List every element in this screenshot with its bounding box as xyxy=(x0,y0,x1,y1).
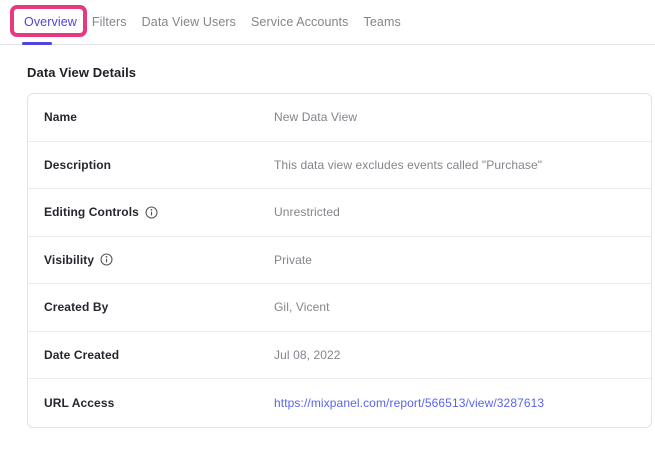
detail-row: Name New Data View xyxy=(28,94,651,142)
detail-label-group: URL Access xyxy=(44,396,274,410)
detail-label: URL Access xyxy=(44,396,114,410)
detail-value: This data view excludes events called "P… xyxy=(274,158,542,172)
detail-value: Gil, Vicent xyxy=(274,300,330,314)
detail-label: Description xyxy=(44,158,111,172)
tab-overview-wrap: Overview xyxy=(24,15,77,29)
detail-value: New Data View xyxy=(274,110,357,124)
info-circle-icon[interactable] xyxy=(100,253,113,266)
detail-label-group: Created By xyxy=(44,300,274,314)
detail-value: Jul 08, 2022 xyxy=(274,348,341,362)
detail-label: Name xyxy=(44,110,77,124)
detail-row: Created By Gil, Vicent xyxy=(28,284,651,332)
details-card: Name New Data View Description This data… xyxy=(27,93,652,428)
active-tab-indicator xyxy=(22,42,52,45)
detail-value: Private xyxy=(274,253,312,267)
tab-overview[interactable]: Overview xyxy=(24,15,77,29)
data-view-settings-page: Overview Filters Data View Users Service… xyxy=(0,0,655,428)
tab-teams[interactable]: Teams xyxy=(363,15,400,29)
tab-service-accounts[interactable]: Service Accounts xyxy=(251,15,348,29)
tab-filters[interactable]: Filters xyxy=(92,15,127,29)
detail-row: Date Created Jul 08, 2022 xyxy=(28,332,651,380)
detail-label-group: Name xyxy=(44,110,274,124)
detail-label-group: Date Created xyxy=(44,348,274,362)
detail-label-group: Editing Controls xyxy=(44,205,274,219)
detail-value: Unrestricted xyxy=(274,205,340,219)
detail-label: Created By xyxy=(44,300,108,314)
page-title: Data View Details xyxy=(27,65,655,80)
detail-row: URL Access https://mixpanel.com/report/5… xyxy=(28,379,651,427)
tab-bar: Overview Filters Data View Users Service… xyxy=(0,0,655,45)
detail-label-group: Description xyxy=(44,158,274,172)
detail-label: Visibility xyxy=(44,253,94,267)
info-circle-icon[interactable] xyxy=(145,206,158,219)
tab-data-view-users[interactable]: Data View Users xyxy=(142,15,236,29)
detail-row: Editing Controls Unrestricted xyxy=(28,189,651,237)
detail-row: Visibility Private xyxy=(28,237,651,285)
url-access-link[interactable]: https://mixpanel.com/report/566513/view/… xyxy=(274,396,544,410)
detail-row: Description This data view excludes even… xyxy=(28,142,651,190)
detail-label: Date Created xyxy=(44,348,119,362)
detail-label: Editing Controls xyxy=(44,205,139,219)
detail-label-group: Visibility xyxy=(44,253,274,267)
